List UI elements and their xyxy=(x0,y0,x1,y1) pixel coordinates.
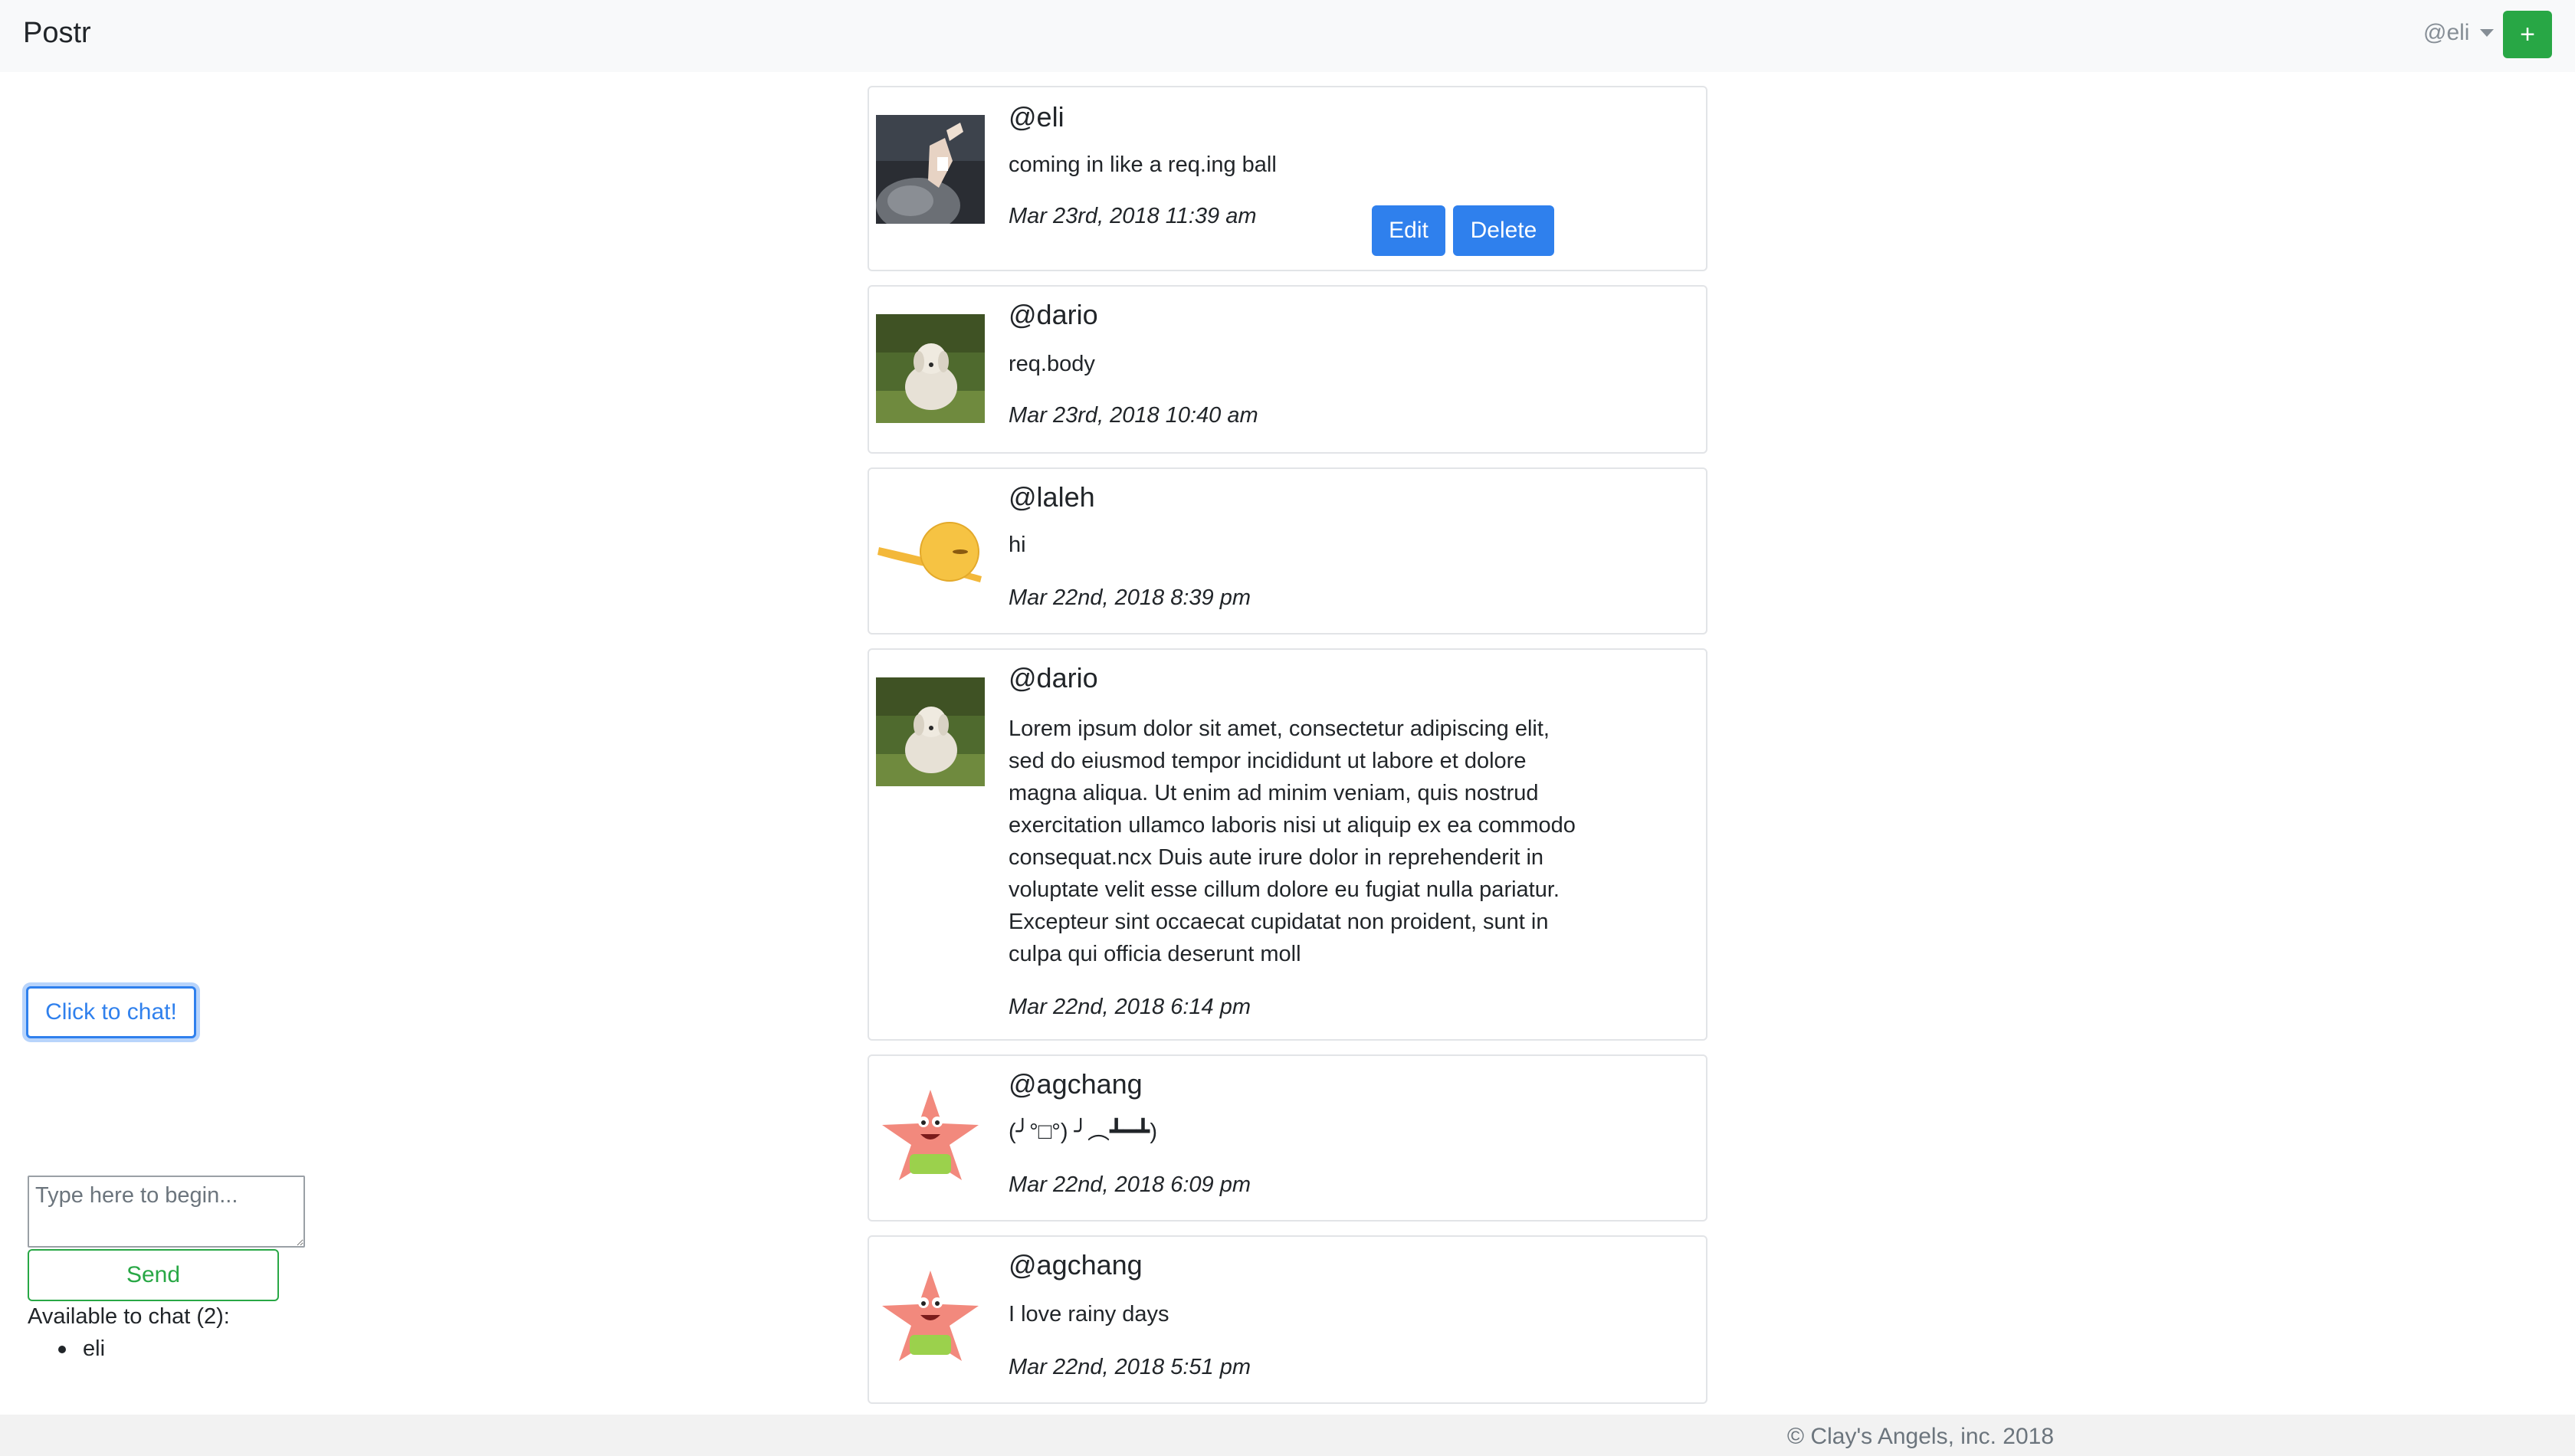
patrick-star-icon xyxy=(876,1264,985,1373)
patrick-star-icon xyxy=(876,1084,985,1192)
new-post-button[interactable]: + xyxy=(2503,11,2552,58)
post-username[interactable]: @eli xyxy=(1009,101,1064,133)
post-username[interactable]: @dario xyxy=(1009,299,1098,331)
post-card: @dario req.body Mar 23rd, 2018 10:40 am xyxy=(868,285,1707,454)
available-users-list: eli xyxy=(28,1336,105,1362)
available-users-label: Available to chat (2): xyxy=(28,1304,230,1329)
post-body: req.body xyxy=(1009,352,1095,376)
avatar xyxy=(876,497,985,605)
footer: © Clay's Angels, inc. 2018 xyxy=(0,1415,2575,1456)
delete-button[interactable]: Delete xyxy=(1453,205,1554,256)
avatar-photo-icon xyxy=(876,115,985,224)
post-body: (╯°□°) ╯︵┻━┻) xyxy=(1009,1120,1158,1144)
post-timestamp: Mar 22nd, 2018 6:09 pm xyxy=(1009,1172,1251,1197)
user-menu-label: @eli xyxy=(2423,20,2470,45)
post-card: @laleh hi Mar 22nd, 2018 8:39 pm xyxy=(868,467,1707,635)
edit-button[interactable]: Edit xyxy=(1372,205,1445,256)
brand-logo[interactable]: Postr xyxy=(23,17,91,50)
post-username[interactable]: @laleh xyxy=(1009,481,1095,513)
post-body: hi xyxy=(1009,533,1026,557)
avatar xyxy=(876,1084,985,1192)
post-body: Lorem ipsum dolor sit amet, consectetur … xyxy=(1009,717,1576,966)
open-chat-button[interactable]: Click to chat! xyxy=(26,986,196,1038)
send-button[interactable]: Send xyxy=(28,1249,279,1301)
dog-photo-icon xyxy=(876,677,985,786)
post-username[interactable]: @dario xyxy=(1009,662,1098,694)
dog-photo-icon xyxy=(876,314,985,423)
navbar: Postr @eli + xyxy=(0,0,2575,72)
post-timestamp: Mar 22nd, 2018 5:51 pm xyxy=(1009,1355,1251,1379)
post-timestamp: Mar 23rd, 2018 10:40 am xyxy=(1009,403,1258,428)
user-menu-toggle[interactable]: @eli xyxy=(2423,20,2495,46)
avatar xyxy=(876,314,985,423)
post-timestamp: Mar 23rd, 2018 11:39 am xyxy=(1009,204,1257,228)
post-card: @agchang (╯°□°) ╯︵┻━┻) Mar 22nd, 2018 6:… xyxy=(868,1054,1707,1222)
avatar xyxy=(876,1264,985,1373)
post-body: coming in like a req.ing ball xyxy=(1009,152,1277,177)
dab-emoji-icon xyxy=(876,497,985,605)
post-card: @dario Lorem ipsum dolor sit amet, conse… xyxy=(868,648,1707,1041)
post-card: @agchang I love rainy days Mar 22nd, 201… xyxy=(868,1235,1707,1404)
list-item[interactable]: eli xyxy=(28,1336,105,1362)
footer-copyright: © Clay's Angels, inc. 2018 xyxy=(1787,1424,2055,1449)
avatar xyxy=(876,115,985,224)
bullet-icon xyxy=(58,1346,66,1354)
post-username[interactable]: @agchang xyxy=(1009,1249,1143,1281)
chat-message-input[interactable] xyxy=(28,1176,305,1248)
post-timestamp: Mar 22nd, 2018 6:14 pm xyxy=(1009,995,1251,1019)
post-body: I love rainy days xyxy=(1009,1302,1169,1326)
available-user-name: eli xyxy=(83,1336,106,1361)
post-timestamp: Mar 22nd, 2018 8:39 pm xyxy=(1009,585,1251,610)
post-card: @eli coming in like a req.ing ball Mar 2… xyxy=(868,86,1707,271)
post-username[interactable]: @agchang xyxy=(1009,1068,1143,1100)
avatar xyxy=(876,677,985,786)
caret-down-icon xyxy=(2480,29,2495,37)
